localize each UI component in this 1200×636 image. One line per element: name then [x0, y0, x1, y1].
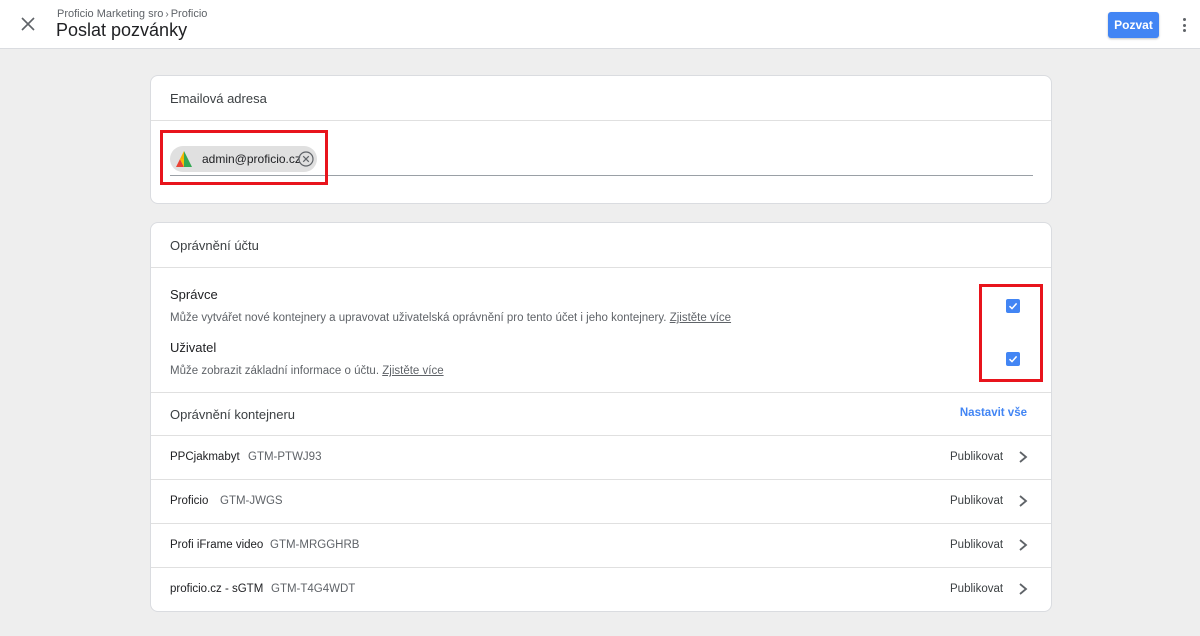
breadcrumb-separator: › — [165, 8, 169, 20]
learn-more-link[interactable]: Zjistěte více — [382, 365, 443, 377]
chevron-right-icon — [1019, 583, 1028, 595]
close-icon — [21, 17, 35, 31]
check-icon — [1008, 302, 1018, 310]
invite-button[interactable]: Pozvat — [1108, 12, 1159, 38]
role-admin-description-text: Může vytvářet nové kontejnery a upravova… — [170, 312, 667, 324]
breadcrumb: Proficio Marketing sro › Proficio — [57, 8, 207, 20]
container-id: GTM-PTWJ93 — [248, 451, 322, 463]
role-user: Uživatel Může zobrazit základní informac… — [170, 340, 444, 377]
email-chip[interactable]: admin@proficio.cz — [170, 146, 317, 172]
container-name: proficio.cz - sGTM — [170, 583, 264, 595]
breadcrumb-container[interactable]: Proficio — [171, 8, 208, 20]
account-permissions-title: Oprávnění účtu — [151, 223, 1051, 268]
container-permissions-header: Oprávnění kontejneru Nastavit vše — [151, 392, 1051, 436]
close-button[interactable] — [17, 13, 39, 35]
more-options-button[interactable] — [1176, 15, 1192, 35]
container-permission: Publikovat — [950, 495, 1004, 507]
breadcrumb-account[interactable]: Proficio Marketing sro — [57, 8, 163, 20]
container-row[interactable]: Profi iFrame video GTM-MRGGHRB Publikova… — [151, 524, 1051, 568]
user-checkbox[interactable] — [1006, 352, 1020, 366]
role-user-description: Může zobrazit základní informace o účtu.… — [170, 365, 444, 377]
chevron-right-icon — [1019, 451, 1028, 463]
role-admin-description: Může vytvářet nové kontejnery a upravova… — [170, 312, 731, 324]
container-name: Profi iFrame video — [170, 539, 264, 551]
container-permission: Publikovat — [950, 451, 1004, 463]
container-name: Proficio — [170, 495, 209, 507]
check-icon — [1008, 355, 1018, 363]
role-admin: Správce Může vytvářet nové kontejnery a … — [170, 287, 731, 324]
chevron-right-icon — [1019, 495, 1028, 507]
container-id: GTM-MRGGHRB — [270, 539, 360, 551]
admin-checkbox[interactable] — [1006, 299, 1020, 313]
container-name: PPCjakmabyt — [170, 451, 240, 463]
container-permission: Publikovat — [950, 583, 1004, 595]
email-chip-text: admin@proficio.cz — [202, 152, 301, 166]
set-all-button[interactable]: Nastavit vše — [960, 407, 1027, 419]
chevron-right-icon — [1019, 539, 1028, 551]
more-vertical-icon — [1182, 18, 1186, 21]
container-id: GTM-T4G4WDT — [271, 583, 356, 595]
more-vertical-icon-dot — [1182, 29, 1186, 32]
container-row[interactable]: proficio.cz - sGTM GTM-T4G4WDT Publikova… — [151, 568, 1051, 611]
role-user-description-text: Může zobrazit základní informace o účtu. — [170, 365, 380, 377]
learn-more-link[interactable]: Zjistěte více — [670, 312, 731, 324]
top-app-bar: Proficio Marketing sro › Proficio Poslat… — [0, 0, 1200, 49]
proficio-logo-icon — [176, 151, 192, 167]
page-title: Poslat pozvánky — [56, 20, 188, 40]
role-admin-title: Správce — [170, 287, 218, 302]
close-circle-icon[interactable] — [298, 151, 314, 167]
container-id: GTM-JWGS — [220, 495, 283, 507]
email-card-title: Emailová adresa — [151, 76, 1051, 121]
container-row[interactable]: PPCjakmabyt GTM-PTWJ93 Publikovat — [151, 436, 1051, 480]
email-card: Emailová adresa admin@proficio.cz — [150, 75, 1052, 204]
container-row[interactable]: Proficio GTM-JWGS Publikovat — [151, 480, 1051, 524]
container-permission: Publikovat — [950, 539, 1004, 551]
container-permissions-title: Oprávnění kontejneru — [170, 407, 296, 422]
more-vertical-icon-dot — [1182, 23, 1186, 27]
role-user-title: Uživatel — [170, 340, 217, 355]
email-input[interactable]: admin@proficio.cz — [170, 144, 1033, 176]
permissions-card: Oprávnění účtu Správce Může vytvářet nov… — [150, 222, 1052, 612]
